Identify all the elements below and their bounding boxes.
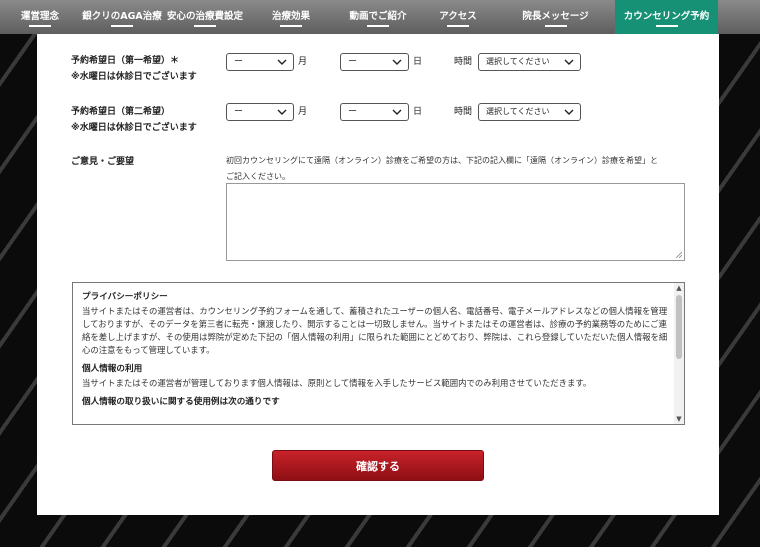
second-day-select[interactable]: ー (340, 103, 409, 121)
month-unit: 月 (298, 57, 308, 67)
chevron-down-icon (392, 109, 402, 115)
second-preference-note: ※水曜日は休診日でございます (71, 123, 197, 133)
privacy-body-2: 当サイトまたはその運営者が管理しております個人情報は、原則として情報を入手したサ… (82, 378, 592, 388)
second-month-select[interactable]: ー (226, 103, 294, 121)
opinion-textarea[interactable] (226, 183, 685, 261)
nav-item-pricing[interactable]: 安心の治療費設定 (164, 0, 246, 34)
nav-item-philosophy[interactable]: 運営理念 (0, 0, 80, 34)
nav-item-effects[interactable]: 治療効果 (246, 0, 336, 34)
nav-underline (367, 25, 389, 27)
time-label: 時間 (454, 107, 473, 117)
form-panel: 予約希望日（第一希望）＊ ※水曜日は休診日でございます ー 月 ー 日 時間 選… (37, 34, 719, 515)
nav-underline (447, 25, 469, 27)
chevron-down-icon (277, 59, 287, 65)
chevron-down-icon (277, 109, 287, 115)
chevron-down-icon (564, 109, 574, 115)
nav-underline (111, 25, 133, 27)
nav-item-video[interactable]: 動画でご紹介 (336, 0, 420, 34)
nav-underline (655, 25, 678, 27)
scroll-thumb[interactable] (676, 295, 682, 359)
first-time-select[interactable]: 選択してください (478, 53, 581, 71)
first-preference-note: ※水曜日は休診日でございます (71, 72, 197, 82)
nav-underline (29, 25, 51, 27)
day-unit: 日 (413, 107, 423, 117)
opinion-note-line1: 初回カウンセリングにて遠隔（オンライン）診療をご希望の方は、下記の記入欄に「遠隔… (226, 156, 658, 165)
scroll-down-icon[interactable]: ▼ (675, 415, 683, 423)
month-unit: 月 (298, 107, 308, 117)
first-month-select[interactable]: ー (226, 53, 294, 71)
nav-item-aga-treatment[interactable]: 銀クリのAGA治療 (80, 0, 164, 34)
time-label: 時間 (454, 57, 473, 67)
privacy-body-1: 当サイトまたはその運営者は、カウンセリング予約フォームを通して、蓄積されたユーザ… (82, 306, 668, 355)
privacy-title: プライバシーポリシー (82, 292, 168, 302)
first-preference-label: 予約希望日（第一希望）＊ (71, 56, 180, 66)
chevron-down-icon (564, 59, 574, 65)
scroll-up-icon[interactable]: ▲ (675, 284, 683, 292)
opinion-label: ご意見・ご要望 (71, 157, 135, 167)
nav-underline (280, 25, 302, 27)
second-time-select[interactable]: 選択してください (478, 103, 581, 121)
second-preference-label: 予約希望日（第二希望） (71, 107, 171, 117)
nav-underline (194, 25, 216, 27)
privacy-scrollbar[interactable]: ▲ ▼ (674, 283, 684, 424)
privacy-heading-examples: 個人情報の取り扱いに関する使用例は次の通りです (82, 397, 280, 407)
resize-handle-icon[interactable] (675, 251, 682, 258)
top-nav: 運営理念 銀クリのAGA治療 安心の治療費設定 治療効果 動画でご紹介 アクセス… (0, 0, 760, 34)
nav-item-counseling[interactable]: カウンセリング予約 (615, 0, 718, 34)
first-day-select[interactable]: ー (340, 53, 409, 71)
privacy-heading-usage: 個人情報の利用 (82, 364, 143, 374)
chevron-down-icon (392, 59, 402, 65)
confirm-button[interactable]: 確認する (272, 450, 484, 481)
nav-underline (544, 25, 567, 27)
nav-item-access[interactable]: アクセス (420, 0, 496, 34)
privacy-policy-box[interactable]: プライバシーポリシー 当サイトまたはその運営者は、カウンセリング予約フォームを通… (72, 282, 685, 425)
day-unit: 日 (413, 57, 423, 67)
nav-item-director-message[interactable]: 院長メッセージ (496, 0, 615, 34)
